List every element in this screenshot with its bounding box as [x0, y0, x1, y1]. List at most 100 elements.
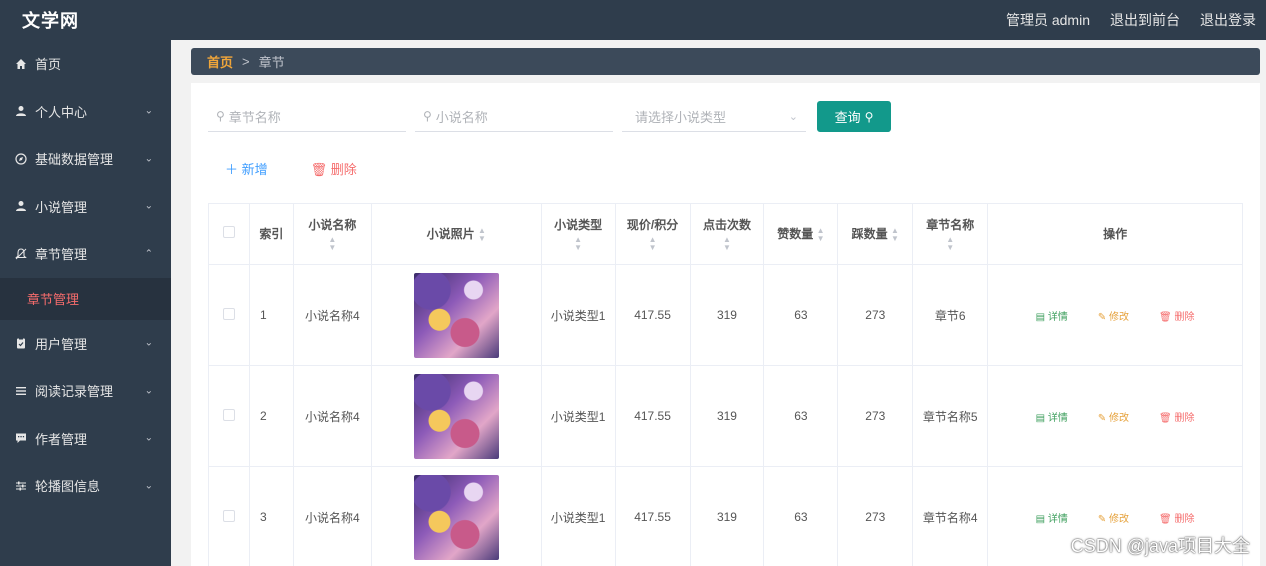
- header-price[interactable]: 现价/积分 ▲ ▼: [614, 203, 691, 265]
- sort-icon[interactable]: ▲ ▼: [946, 235, 954, 252]
- batch-delete-button[interactable]: 🗑 删除: [311, 159, 357, 178]
- detail-button[interactable]: ▤ 详情: [1036, 409, 1068, 424]
- delete-label: 删除: [1174, 412, 1195, 424]
- trash-icon: 🗑: [1159, 412, 1172, 424]
- sidebar-item-carousel[interactable]: 轮播图信息 ⌄: [0, 462, 171, 510]
- search-icon: ⚲: [423, 109, 432, 123]
- edit-button[interactable]: ✎ 修改: [1098, 308, 1129, 323]
- header-novel-type[interactable]: 小说类型 ▲ ▼: [540, 203, 616, 265]
- sort-icon[interactable]: ▲ ▼: [478, 226, 486, 243]
- detail-button[interactable]: ▤ 详情: [1036, 308, 1068, 323]
- sort-icon[interactable]: ▲ ▼: [574, 235, 582, 252]
- sidebar-item-label: 用户管理: [35, 336, 88, 352]
- sort-icon[interactable]: ▲ ▼: [891, 226, 899, 243]
- header-chapter-name-label: 章节名称: [926, 218, 975, 232]
- header-novel-photo[interactable]: 小说照片 ▲ ▼: [370, 203, 542, 265]
- sidebar-item-label: 首页: [35, 57, 62, 73]
- cell-likes: 63: [763, 466, 839, 566]
- sidebar-subitem-chapter-manage[interactable]: 章节管理: [0, 277, 171, 320]
- delete-button[interactable]: 🗑 删除: [1159, 510, 1194, 525]
- trash-icon: 🗑: [310, 162, 328, 177]
- cell-likes: 63: [763, 264, 839, 366]
- cell-novel-photo: [370, 264, 542, 366]
- logout-link[interactable]: 退出登录: [1200, 10, 1256, 30]
- delete-button[interactable]: 🗑 删除: [1159, 409, 1194, 424]
- sidebar-item-label: 阅读记录管理: [35, 384, 114, 400]
- sidebar-item-label: 小说管理: [35, 199, 88, 215]
- cell-dislikes: 273: [837, 466, 914, 566]
- header-chapter-name[interactable]: 章节名称 ▲ ▼: [912, 203, 989, 265]
- detail-label: 详情: [1047, 412, 1068, 424]
- site-logo[interactable]: 文学网: [22, 7, 79, 33]
- select-all-checkbox[interactable]: [222, 226, 235, 238]
- to-front-link[interactable]: 退出到前台: [1110, 10, 1180, 30]
- top-nav: 管理员 admin 退出到前台 退出登录: [1006, 10, 1256, 30]
- header-clicks-label: 点击次数: [702, 218, 751, 232]
- row-select-cell: [208, 466, 250, 566]
- detail-label: 详情: [1047, 311, 1068, 323]
- sidebar-item-basic-data[interactable]: 基础数据管理 ⌄: [0, 135, 171, 183]
- header-operations: 操作: [987, 203, 1243, 265]
- edit-button[interactable]: ✎ 修改: [1098, 510, 1129, 525]
- row-select-cell: [208, 365, 250, 467]
- row-checkbox[interactable]: [222, 408, 235, 421]
- sidebar-item-reading-record[interactable]: 阅读记录管理 ⌄: [0, 367, 171, 415]
- home-icon: [14, 57, 28, 71]
- chapter-name-input[interactable]: ⚲ 章节名称: [208, 102, 406, 132]
- sort-icon[interactable]: ▲ ▼: [328, 235, 336, 252]
- add-button[interactable]: ＋ 新增: [225, 159, 268, 178]
- sort-icon[interactable]: ▲ ▼: [817, 226, 825, 243]
- header-price-label: 现价/积分: [626, 218, 679, 232]
- sidebar-item-label: 个人中心: [35, 104, 88, 120]
- sidebar-item-novel[interactable]: 小说管理 ⌄: [0, 183, 171, 231]
- sort-icon[interactable]: ▲ ▼: [649, 235, 657, 252]
- select-all-cell: [208, 203, 250, 265]
- header-clicks[interactable]: 点击次数 ▲ ▼: [689, 203, 765, 265]
- row-operations: ▤ 详情 ✎ 修改 🗑 删除: [988, 308, 1242, 323]
- detail-button[interactable]: ▤ 详情: [1036, 510, 1068, 525]
- header-dislikes-label: 踩数量: [851, 227, 888, 241]
- delete-button-label: 删除: [330, 162, 357, 177]
- breadcrumb-separator: >: [242, 54, 250, 69]
- novel-type-placeholder: 请选择小说类型: [635, 109, 727, 125]
- header-novel-name-label: 小说名称: [308, 218, 357, 232]
- query-button-label: 查询: [834, 110, 861, 125]
- admin-label[interactable]: 管理员 admin: [1006, 10, 1090, 30]
- sidebar-item-label: 作者管理: [35, 431, 88, 447]
- novel-type-select[interactable]: 请选择小说类型 ⌄: [622, 102, 806, 132]
- chevron-down-icon: ⌄: [788, 110, 798, 123]
- sidebar-item-author[interactable]: 作者管理 ⌄: [0, 415, 171, 463]
- breadcrumb-current: 章节: [258, 55, 285, 70]
- chevron-down-icon: ⌄: [144, 153, 153, 165]
- novel-name-input[interactable]: ⚲ 小说名称: [415, 102, 613, 132]
- header-likes[interactable]: 赞数量 ▲ ▼: [763, 203, 839, 265]
- sidebar-item-personal[interactable]: 个人中心 ⌄: [0, 88, 171, 136]
- edit-button[interactable]: ✎ 修改: [1098, 409, 1129, 424]
- search-icon: ⚲: [864, 109, 874, 124]
- cell-novel-photo: [370, 466, 542, 566]
- row-checkbox[interactable]: [222, 307, 235, 320]
- cell-novel-photo: [370, 365, 542, 467]
- chapter-name-placeholder: 章节名称: [228, 109, 281, 125]
- sort-icon[interactable]: ▲ ▼: [723, 235, 731, 252]
- sidebar-item-users[interactable]: 用户管理 ⌄: [0, 320, 171, 368]
- sidebar-item-label: 基础数据管理: [35, 152, 114, 168]
- list-icon: [14, 384, 28, 398]
- delete-button[interactable]: 🗑 删除: [1159, 308, 1194, 323]
- edit-label: 修改: [1109, 412, 1130, 424]
- pencil-icon: ✎: [1097, 412, 1107, 424]
- sidebar-item-chapter[interactable]: 章节管理 ⌃: [0, 230, 171, 278]
- user-icon: [14, 104, 28, 118]
- header-novel-name[interactable]: 小说名称 ▲ ▼: [292, 203, 372, 265]
- row-checkbox[interactable]: [222, 509, 235, 522]
- cell-price: 417.55: [614, 466, 691, 566]
- header-dislikes[interactable]: 踩数量 ▲ ▼: [837, 203, 914, 265]
- row-select-cell: [208, 264, 250, 366]
- query-button[interactable]: 查询 ⚲: [817, 101, 891, 132]
- sidebar-item-home[interactable]: 首页: [0, 40, 171, 88]
- breadcrumb-home[interactable]: 首页: [207, 52, 233, 71]
- user-icon: [14, 199, 28, 213]
- chevron-down-icon: ⌄: [144, 200, 153, 212]
- sidebar: 首页 个人中心 ⌄ 基础数据管理 ⌄ 小说管理 ⌄ 章节管理 ⌃ 章节管理 用户…: [0, 40, 171, 566]
- delete-label: 删除: [1174, 513, 1195, 525]
